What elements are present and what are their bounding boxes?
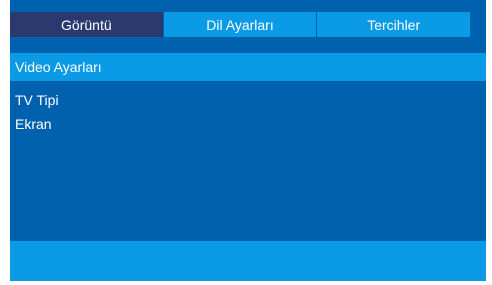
tab-goruntu[interactable]: Görüntü: [10, 12, 164, 37]
tab-bar: Görüntü Dil Ayarları Tercihler: [10, 12, 471, 37]
footer-bar: [10, 241, 486, 281]
tab-label: Görüntü: [61, 16, 112, 33]
menu-item-tv-tipi[interactable]: TV Tipi: [10, 88, 486, 112]
tab-label: Tercihler: [367, 16, 421, 33]
menu-list: TV Tipi Ekran: [10, 88, 486, 136]
section-title: Video Ayarları: [15, 59, 102, 75]
settings-panel: [10, 0, 486, 281]
tab-tercihler[interactable]: Tercihler: [317, 12, 471, 37]
tab-label: Dil Ayarları: [206, 16, 274, 33]
tab-dil-ayarlari[interactable]: Dil Ayarları: [163, 12, 318, 37]
osd-screen: Görüntü Dil Ayarları Tercihler Video Aya…: [0, 0, 492, 285]
menu-item-label: TV Tipi: [15, 92, 59, 108]
menu-item-ekran[interactable]: Ekran: [10, 112, 486, 136]
section-header: Video Ayarları: [10, 53, 486, 81]
menu-item-label: Ekran: [15, 116, 52, 132]
